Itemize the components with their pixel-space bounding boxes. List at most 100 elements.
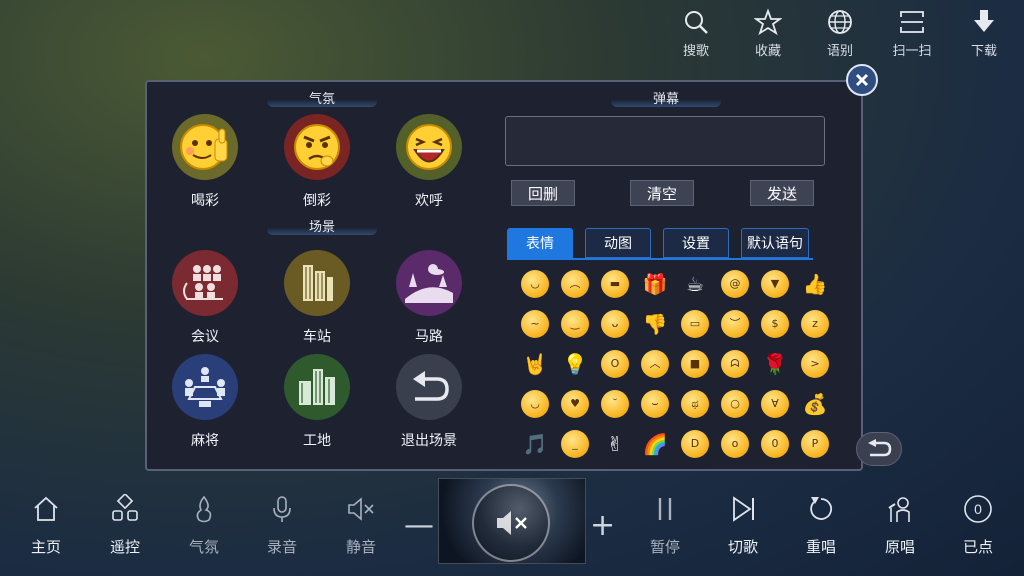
emoticon-worried[interactable]: ︵ — [555, 264, 595, 304]
mute-button[interactable]: 静音 — [331, 494, 391, 557]
money-face-icon: $ — [761, 310, 789, 338]
scene-station-button[interactable]: 车站 — [267, 250, 367, 346]
emoticon-laugh[interactable]: D — [675, 424, 715, 464]
close-dialog-button[interactable] — [846, 64, 878, 96]
tab-emoticons[interactable]: 表情 — [507, 228, 573, 258]
emoticon-gift[interactable]: 🎁 — [635, 264, 675, 304]
emoticon-money[interactable]: $ — [755, 304, 795, 344]
send-button[interactable]: 发送 — [750, 180, 814, 206]
tab-default-phrases[interactable]: 默认语句 — [741, 228, 809, 258]
queued-songs-button[interactable]: 0 已点 — [948, 494, 1008, 557]
replay-button[interactable]: 重唱 — [791, 494, 851, 557]
emoticon-coins[interactable]: 💰 — [795, 384, 835, 424]
grin-face-icon: ▭ — [681, 310, 709, 338]
remote-label: 遥控 — [109, 538, 140, 556]
rose-icon: 🌹 — [762, 352, 788, 376]
emoticon-squint[interactable]: > — [795, 344, 835, 384]
emoticon-sweat[interactable]: ︶ — [715, 304, 755, 344]
search-songs-button[interactable]: 搜歌 — [670, 8, 722, 59]
record-label: 录音 — [266, 538, 297, 556]
remote-grid-icon — [112, 494, 138, 521]
scene-road-button[interactable]: 马路 — [379, 250, 479, 346]
download-label: 下载 — [970, 44, 997, 59]
scan-button[interactable]: 扫一扫 — [886, 8, 938, 59]
emoticon-scared[interactable]: ○ — [715, 384, 755, 424]
emoticon-rose[interactable]: 🌹 — [755, 344, 795, 384]
emoticon-lightbulb[interactable]: 💡 — [555, 344, 595, 384]
pause-button[interactable]: 暂停 — [635, 494, 695, 557]
emoticon-rock-hand[interactable]: 🤘 — [515, 344, 555, 384]
emoticon-shout[interactable]: O — [595, 344, 635, 384]
emoticon-heart-eyes[interactable]: ♥ — [555, 384, 595, 424]
download-button[interactable]: 下载 — [958, 8, 1010, 59]
backspace-button[interactable]: 回删 — [511, 180, 575, 206]
next-song-label: 切歌 — [727, 538, 758, 556]
volume-up-button[interactable]: + — [590, 508, 615, 543]
tab-animations[interactable]: 动图 — [585, 228, 651, 258]
emoticon-annoyed[interactable]: _ — [555, 424, 595, 464]
scan-icon — [900, 11, 924, 33]
emoticon-shocked[interactable]: 0 — [755, 424, 795, 464]
home-button[interactable]: 主页 — [16, 494, 76, 557]
angry-face-icon: ᗣ — [721, 350, 749, 378]
sweat-face-icon: ︶ — [721, 310, 749, 338]
boo-button[interactable]: 倒彩 — [267, 114, 367, 210]
search-icon — [685, 11, 708, 34]
volume-down-button[interactable]: — — [404, 508, 434, 543]
smirk-face-icon: ˘ — [601, 390, 629, 418]
hurray-button[interactable]: 欢呼 — [379, 114, 479, 210]
next-song-button[interactable]: 切歌 — [713, 494, 773, 557]
player-mute-toggle[interactable] — [472, 484, 550, 562]
tab-settings[interactable]: 设置 — [663, 228, 729, 258]
scene-construction-label: 工地 — [303, 433, 331, 449]
emoticon-smile[interactable]: ◡ — [515, 264, 555, 304]
emoticon-sleepy[interactable]: z — [795, 304, 835, 344]
scene-meeting-label: 会议 — [191, 329, 219, 345]
danmu-input[interactable] — [505, 116, 825, 166]
emoticon-cry[interactable]: ಥ — [675, 384, 715, 424]
cheer-button[interactable]: 喝彩 — [155, 114, 255, 210]
emoticon-surprised[interactable]: o — [715, 424, 755, 464]
home-icon — [34, 496, 58, 521]
language-button[interactable]: 语别 — [814, 8, 866, 59]
emoticon-rainbow[interactable]: 🌈 — [635, 424, 675, 464]
emoticon-sick[interactable]: ~ — [515, 304, 555, 344]
rainbow-icon: 🌈 — [642, 432, 668, 456]
clear-button[interactable]: 清空 — [630, 180, 694, 206]
emoticon-grin[interactable]: ▭ — [675, 304, 715, 344]
emoticon-coffee[interactable]: ☕ — [675, 264, 715, 304]
emoticon-thumbs-up[interactable]: 👍 — [795, 264, 835, 304]
flame-icon — [196, 495, 212, 523]
emoticon-happy[interactable]: ◡ — [515, 384, 555, 424]
emoticon-sly[interactable]: ⌣ — [635, 384, 675, 424]
scene-construction-button[interactable]: 工地 — [267, 354, 367, 450]
squint-face-icon: > — [801, 350, 829, 378]
emoticon-frown[interactable]: ︿ — [635, 344, 675, 384]
replay-icon — [810, 497, 833, 520]
exit-scene-button[interactable]: 退出场景 — [379, 354, 479, 450]
emoticon-tongue[interactable]: P — [795, 424, 835, 464]
original-vocal-button[interactable]: 原唱 — [870, 494, 930, 557]
side-back-button[interactable] — [856, 432, 902, 466]
top-toolbar: 搜歌 收藏 语别 扫一扫 下载 — [670, 8, 1010, 59]
emoticon-sunglasses[interactable]: ■ — [675, 344, 715, 384]
scene-mahjong-button[interactable]: 麻将 — [155, 354, 255, 450]
emoticon-angry[interactable]: ᗣ — [715, 344, 755, 384]
emoticon-thumbs-down[interactable]: 👎 — [635, 304, 675, 344]
emoticon-sneaky[interactable]: ᴗ — [595, 304, 635, 344]
emoticon-grimace[interactable]: ▬ — [595, 264, 635, 304]
meeting-icon — [183, 265, 223, 300]
favorites-button[interactable]: 收藏 — [742, 8, 794, 59]
emoticon-music-notes[interactable]: 🎵 — [515, 424, 555, 464]
record-button[interactable]: 录音 — [252, 494, 312, 557]
emoticon-smirk[interactable]: ˘ — [595, 384, 635, 424]
emoticon-rage[interactable]: ▼ — [755, 264, 795, 304]
emoticon-blank[interactable]: ‿ — [555, 304, 595, 344]
rage-face-icon: ▼ — [761, 270, 789, 298]
emoticon-sob[interactable]: Ɐ — [755, 384, 795, 424]
emoticon-peace-hand[interactable]: ✌ — [595, 424, 635, 464]
scene-meeting-button[interactable]: 会议 — [155, 250, 255, 346]
emoticon-dizzy[interactable]: @ — [715, 264, 755, 304]
atmosphere-button[interactable]: 气氛 — [174, 494, 234, 557]
remote-button[interactable]: 遥控 — [95, 494, 155, 557]
